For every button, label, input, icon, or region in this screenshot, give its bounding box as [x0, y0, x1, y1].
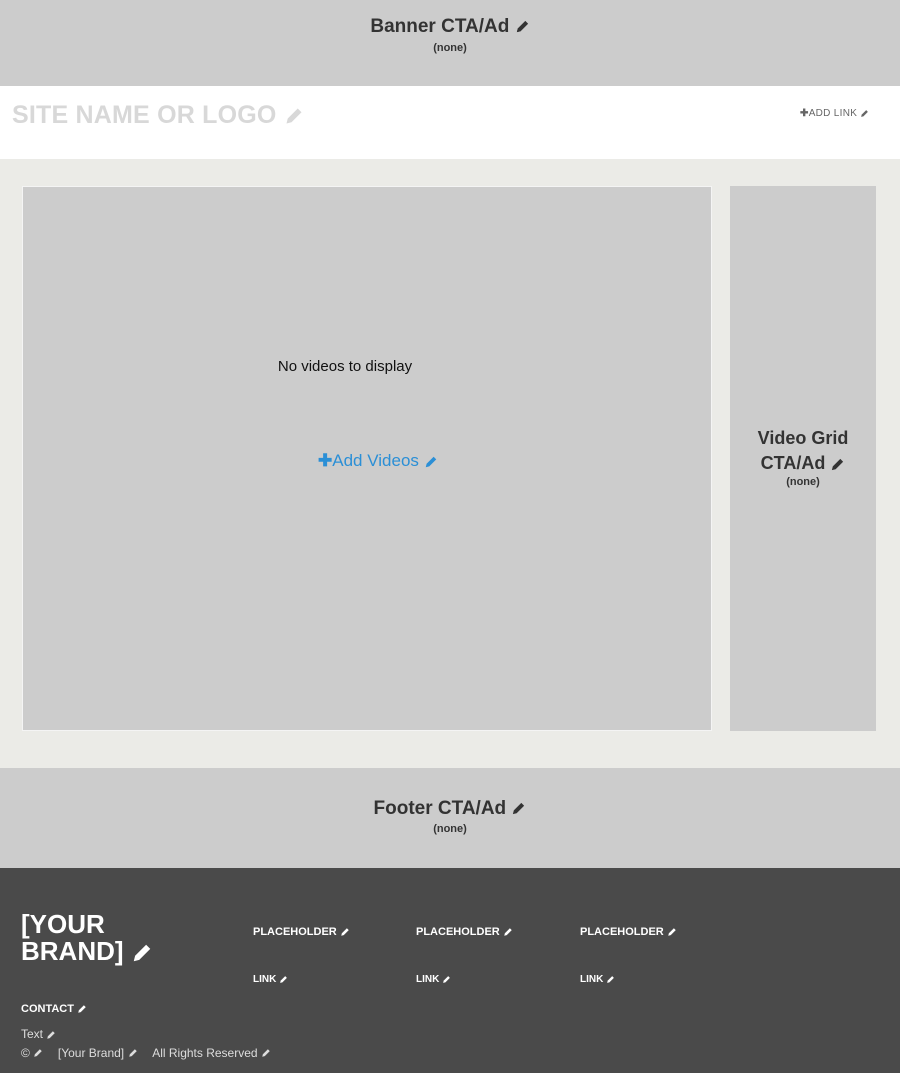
footer-column-heading[interactable]: PLACEHOLDER [253, 926, 350, 938]
pencil-icon[interactable] [860, 109, 869, 118]
footer-brand-line1: [YOUR [21, 909, 105, 939]
pencil-icon[interactable] [77, 1004, 87, 1014]
footer-cta: Footer CTA/Ad (none) [0, 768, 900, 868]
banner-cta-subtitle: (none) [433, 42, 467, 54]
pencil-icon[interactable] [46, 1030, 56, 1040]
site-name: SITE NAME OR LOGO [12, 101, 277, 129]
footer-column-link[interactable]: LINK [253, 974, 288, 985]
footer-column-link-text: LINK [416, 974, 440, 985]
copyright-symbol: © [21, 1045, 30, 1060]
copyright-rights: All Rights Reserved [152, 1045, 258, 1060]
video-grid-cta-title[interactable]: Video Grid CTA/Ad [730, 426, 876, 476]
add-videos-button[interactable]: ✚Add Videos [318, 451, 438, 471]
pencil-icon[interactable] [511, 801, 526, 816]
banner-cta-title: Banner CTA/Ad [370, 16, 510, 37]
footer-column-heading[interactable]: PLACEHOLDER [416, 926, 513, 938]
footer-column-link-text: LINK [253, 974, 277, 985]
pencil-icon[interactable] [131, 942, 153, 964]
footer-column-link[interactable]: LINK [580, 974, 615, 985]
pencil-icon[interactable] [503, 927, 513, 937]
footer-copyright: © [Your Brand] All Rights Reserved [21, 1045, 271, 1060]
copyright-brand: [Your Brand] [57, 1045, 125, 1060]
pencil-icon[interactable] [667, 927, 677, 937]
pencil-icon[interactable] [128, 1048, 138, 1058]
footer-brand[interactable]: [YOUR BRAND] [21, 911, 153, 965]
footer-column-link-text: LINK [580, 974, 604, 985]
video-grid-cta-subtitle: (none) [786, 476, 820, 488]
footer-cta-title: Footer CTA/Ad [373, 798, 507, 819]
pencil-icon[interactable] [284, 106, 304, 126]
pencil-icon[interactable] [279, 975, 288, 984]
pencil-icon[interactable] [261, 1048, 271, 1058]
pencil-icon[interactable] [340, 927, 350, 937]
footer-cta-title-row[interactable]: Footer CTA/Ad [0, 798, 900, 820]
add-videos-label: Add Videos [332, 451, 419, 470]
video-grid-cta-title-line1: Video Grid [757, 428, 849, 448]
pencil-icon[interactable] [33, 1048, 43, 1058]
banner-cta-title-row[interactable]: Banner CTA/Ad [0, 16, 900, 38]
pencil-icon[interactable] [442, 975, 451, 984]
footer-contact-text-value: Text [21, 1027, 44, 1041]
footer-column-link[interactable]: LINK [416, 974, 451, 985]
footer-contact-heading[interactable]: CONTACT [21, 1003, 87, 1015]
plus-icon: ✚ [800, 108, 809, 119]
pencil-icon[interactable] [424, 455, 438, 469]
top-banner-cta: Banner CTA/Ad (none) [0, 0, 900, 86]
video-grid-cta: Video Grid CTA/Ad (none) [730, 186, 876, 731]
footer-contact-text[interactable]: Text [21, 1027, 56, 1041]
footer-cta-subtitle: (none) [433, 823, 467, 835]
video-grid-cta-title-line2: CTA/Ad [760, 453, 826, 473]
add-link-label: ADD LINK [808, 108, 858, 119]
site-footer [0, 868, 900, 1073]
footer-column-heading-text: PLACEHOLDER [580, 926, 664, 938]
plus-icon: ✚ [318, 451, 333, 470]
footer-brand-line2: BRAND] [21, 936, 124, 966]
pencil-icon[interactable] [606, 975, 615, 984]
footer-column-heading-text: PLACEHOLDER [253, 926, 337, 938]
pencil-icon[interactable] [515, 19, 530, 34]
footer-contact-heading-text: CONTACT [21, 1003, 74, 1015]
empty-message: No videos to display [277, 358, 413, 375]
footer-column-heading-text: PLACEHOLDER [416, 926, 500, 938]
add-link-button[interactable]: ✚ADD LINK [800, 108, 869, 119]
site-name-row[interactable]: SITE NAME OR LOGO [12, 101, 304, 130]
pencil-icon[interactable] [830, 457, 845, 472]
footer-column-heading[interactable]: PLACEHOLDER [580, 926, 677, 938]
